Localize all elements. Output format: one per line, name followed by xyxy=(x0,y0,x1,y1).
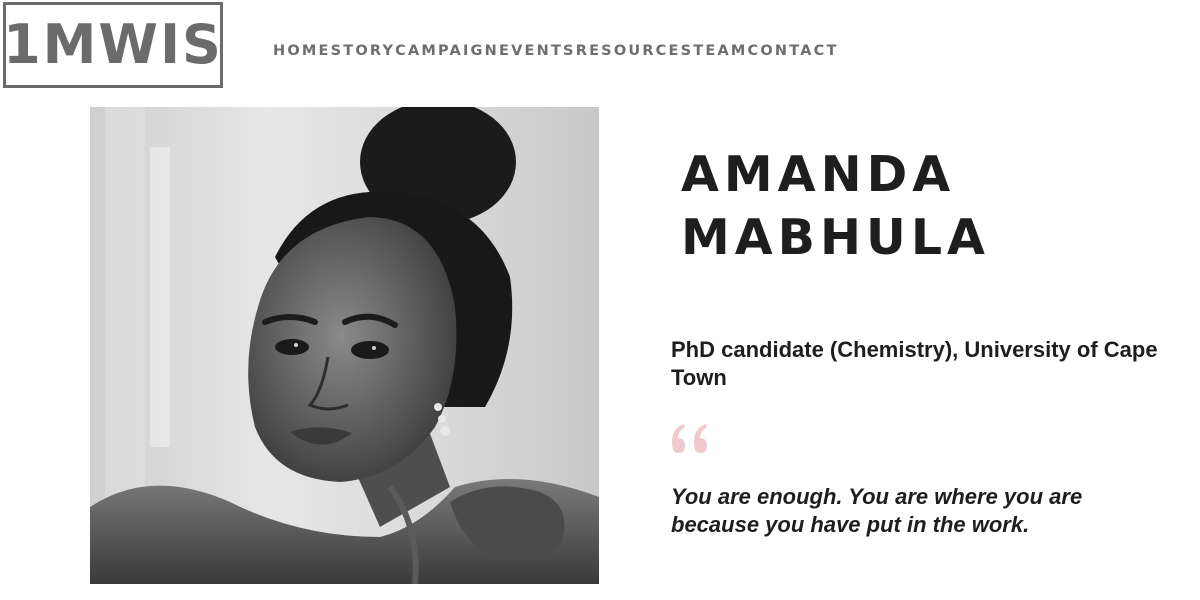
profile-role: PhD candidate (Chemistry), University of… xyxy=(671,337,1158,390)
nav-campaign[interactable]: CAMPAIGN xyxy=(395,42,499,60)
profile-name: AMANDA MABHULA xyxy=(681,143,990,269)
profile-quote: You are enough. You are where you are be… xyxy=(671,484,1083,537)
profile-photo xyxy=(90,107,599,584)
site-logo[interactable]: 1MWIS xyxy=(3,2,223,88)
nav-team[interactable]: TEAM xyxy=(693,42,747,60)
profile-page: 1MWIS HOME STORY CAMPAIGN EVENTS RESOURC… xyxy=(0,0,1200,600)
nav-contact[interactable]: CONTACT xyxy=(748,42,839,60)
logo-text: 1MWIS xyxy=(3,13,223,76)
nav-resources[interactable]: RESOURCES xyxy=(576,42,694,60)
profile-last-name: MABHULA xyxy=(681,209,990,266)
nav-home[interactable]: HOME xyxy=(273,42,331,60)
nav-list: HOME STORY CAMPAIGN EVENTS RESOURCES TEA… xyxy=(273,42,839,60)
profile-first-name: AMANDA xyxy=(681,146,956,203)
open-quote-icon xyxy=(668,420,716,460)
nav-events[interactable]: EVENTS xyxy=(499,42,576,60)
nav-story[interactable]: STORY xyxy=(331,42,396,60)
